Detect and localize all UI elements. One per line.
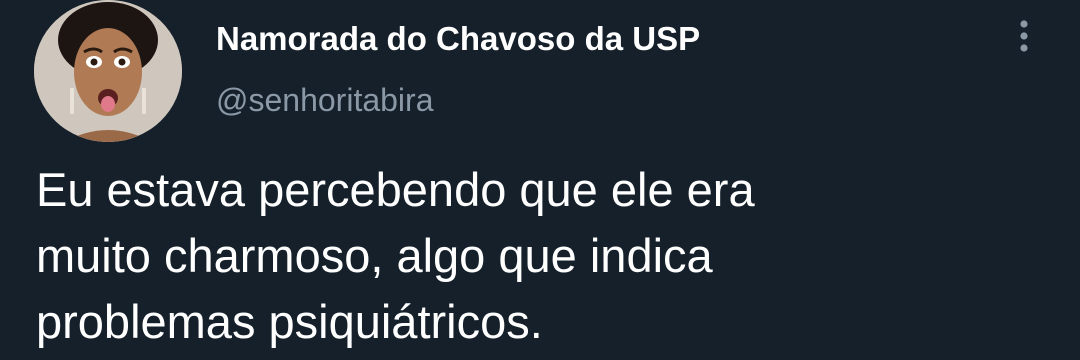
more-vertical-icon xyxy=(1020,20,1028,52)
tweet-text-line: problemas psiquiátricos. xyxy=(36,295,543,348)
author-avatar[interactable] xyxy=(34,0,182,142)
profile-photo-icon xyxy=(34,0,182,142)
more-options-button[interactable] xyxy=(1002,14,1046,58)
tweet-text: Eu estava percebendo que ele era muito c… xyxy=(36,157,1056,355)
author-display-name[interactable]: Namorada do Chavoso da USP xyxy=(216,17,700,61)
tweet-text-line: Eu estava percebendo que ele era xyxy=(36,163,755,216)
tweet-card: Namorada do Chavoso da USP @senhoritabir… xyxy=(0,0,1080,360)
tweet-text-line: muito charmoso, algo que indica xyxy=(36,229,713,282)
author-handle[interactable]: @senhoritabira xyxy=(216,78,433,122)
